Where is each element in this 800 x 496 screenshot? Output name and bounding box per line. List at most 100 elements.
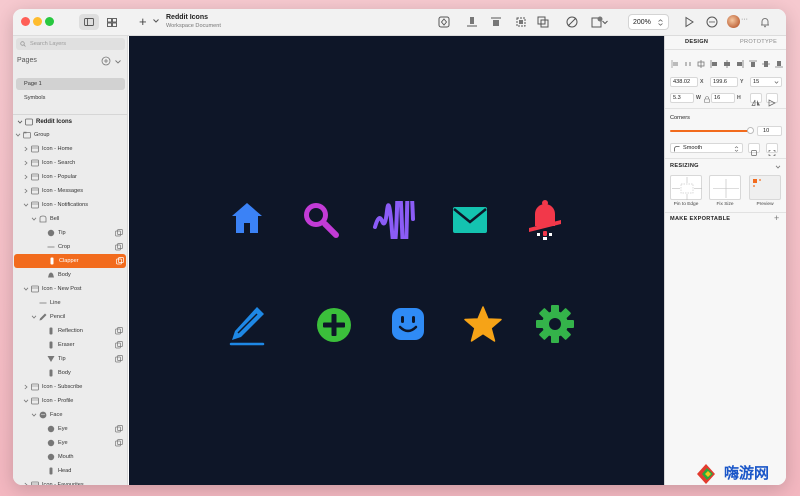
flatten-icon[interactable]: [536, 15, 550, 29]
notifications-bell-icon[interactable]: [523, 196, 567, 242]
edit-path-icon[interactable]: [565, 15, 579, 29]
chevron-down-icon[interactable]: [152, 17, 160, 25]
x-position-input[interactable]: 438.02: [670, 77, 698, 87]
insert-button[interactable]: +: [139, 14, 147, 29]
zoom-select[interactable]: 200%: [628, 14, 669, 30]
layer-row[interactable]: Icon - New Post: [13, 282, 127, 296]
rotation-input[interactable]: 15: [750, 77, 782, 87]
layer-row[interactable]: Icon - Search: [13, 156, 127, 170]
layer-row[interactable]: Icon - Profile: [13, 394, 127, 408]
document-title[interactable]: Reddit Icons: [166, 14, 208, 21]
height-input[interactable]: 16: [711, 93, 735, 103]
minimize-window-button[interactable]: [33, 17, 42, 26]
layer-row[interactable]: Icon - Home: [13, 142, 127, 156]
copy-style-icon[interactable]: [115, 355, 123, 363]
layer-row[interactable]: Tip: [13, 352, 127, 366]
flip-horizontal-button[interactable]: [750, 93, 762, 106]
chevron-down-icon[interactable]: [775, 164, 781, 170]
chevron-down-icon[interactable]: [23, 286, 29, 292]
chevron-right-icon[interactable]: [23, 482, 29, 485]
make-exportable-label[interactable]: MAKE EXPORTABLE: [670, 216, 730, 222]
copy-style-icon[interactable]: [115, 243, 123, 251]
corner-radius-slider[interactable]: [670, 130, 750, 132]
align-top-icon[interactable]: [489, 15, 503, 29]
notification-bell-icon[interactable]: [758, 15, 772, 29]
layer-row[interactable]: Icon - Messages: [13, 184, 127, 198]
add-page-icon[interactable]: [101, 56, 111, 66]
canvas[interactable]: [129, 36, 664, 485]
layer-row[interactable]: Group: [13, 128, 127, 142]
chevron-right-icon[interactable]: [23, 384, 29, 390]
layer-row[interactable]: Eye: [13, 436, 127, 450]
pin-to-edge-control[interactable]: [670, 175, 702, 200]
tab-prototype[interactable]: PROTOTYPE: [740, 39, 777, 45]
corner-option-button[interactable]: [748, 143, 760, 156]
search-layers-input[interactable]: Search Layers: [16, 38, 125, 50]
chevron-down-icon[interactable]: [23, 202, 29, 208]
chevron-right-icon[interactable]: [23, 188, 29, 194]
play-preview-icon[interactable]: [682, 15, 696, 29]
page-item[interactable]: Page 1: [16, 78, 125, 90]
chevron-down-icon[interactable]: [114, 58, 122, 66]
home-icon[interactable]: [229, 200, 265, 236]
layer-row[interactable]: Eye: [13, 422, 127, 436]
popular-wave-icon[interactable]: [372, 201, 416, 239]
flip-vertical-button[interactable]: [766, 93, 778, 107]
chevron-down-icon[interactable]: [23, 398, 29, 404]
align-left-icon[interactable]: [671, 55, 679, 68]
layer-row[interactable]: Icon - Subscribe: [13, 380, 127, 394]
align-top-icon[interactable]: [749, 55, 757, 67]
components-view-button[interactable]: [104, 14, 120, 30]
layer-row[interactable]: Line: [13, 296, 127, 310]
chevron-down-icon[interactable]: [31, 314, 37, 320]
avatar[interactable]: [727, 15, 740, 28]
profile-face-icon[interactable]: [389, 305, 427, 343]
messages-envelope-icon[interactable]: [451, 205, 489, 235]
layer-row[interactable]: Icon - Favourites: [13, 478, 127, 485]
more-collaborators[interactable]: ···: [741, 16, 748, 23]
new-post-pencil-icon[interactable]: [227, 303, 269, 347]
layer-row[interactable]: Icon - Notifications: [13, 198, 127, 212]
layer-row[interactable]: Icon - Popular: [13, 170, 127, 184]
copy-style-icon[interactable]: [116, 257, 124, 265]
align-v-center-icon[interactable]: [762, 55, 770, 67]
chevron-right-icon[interactable]: [23, 160, 29, 166]
comment-icon[interactable]: [705, 15, 719, 29]
chevron-down-icon[interactable]: [31, 412, 37, 418]
align-bottom-icon[interactable]: [775, 55, 783, 68]
layer-row[interactable]: Reflection: [13, 324, 127, 338]
document-layer-header[interactable]: Reddit Icons: [13, 114, 127, 128]
search-icon[interactable]: [299, 198, 341, 240]
tab-design[interactable]: DESIGN: [685, 39, 708, 45]
chevron-right-icon[interactable]: [23, 174, 29, 180]
align-left-edge-icon[interactable]: [710, 55, 718, 68]
layer-row[interactable]: Face: [13, 408, 127, 422]
chevron-right-icon[interactable]: [23, 146, 29, 152]
copy-style-icon[interactable]: [115, 327, 123, 335]
corner-radius-slider-handle[interactable]: [747, 127, 754, 134]
layer-row[interactable]: Mouth: [13, 450, 127, 464]
chevron-down-icon[interactable]: [774, 80, 779, 85]
align-center-icon[interactable]: [697, 55, 705, 68]
favourites-star-icon[interactable]: [463, 304, 503, 344]
subscribe-plus-icon[interactable]: [315, 306, 353, 344]
chevron-down-icon[interactable]: [15, 132, 21, 138]
align-right-icon[interactable]: [736, 55, 744, 68]
toggle-sidebar-button[interactable]: [79, 14, 99, 30]
settings-gear-icon[interactable]: [534, 303, 576, 345]
layer-row[interactable]: Pencil: [13, 310, 127, 324]
layer-row[interactable]: Head: [13, 464, 127, 478]
fix-size-control[interactable]: [709, 175, 741, 200]
close-window-button[interactable]: [21, 17, 30, 26]
width-input[interactable]: 5.3: [670, 93, 694, 103]
align-bottom-icon[interactable]: [465, 15, 479, 29]
copy-style-icon[interactable]: [115, 229, 123, 237]
scale-icon[interactable]: [514, 15, 528, 29]
chevron-down-icon[interactable]: [601, 15, 609, 29]
layer-row[interactable]: Body: [13, 268, 127, 282]
add-export-icon[interactable]: +: [774, 213, 779, 223]
create-symbol-icon[interactable]: [437, 15, 451, 29]
copy-style-icon[interactable]: [115, 341, 123, 349]
corner-expand-button[interactable]: [766, 143, 778, 156]
layer-row[interactable]: Eraser: [13, 338, 127, 352]
